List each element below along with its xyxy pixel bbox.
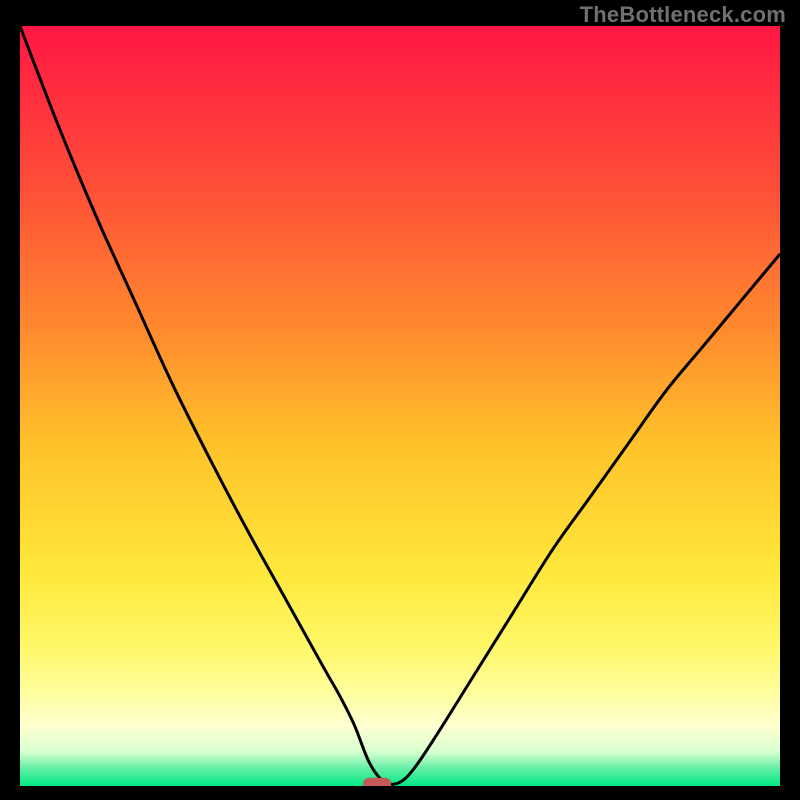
watermark-label: TheBottleneck.com xyxy=(580,2,786,28)
chart-frame: TheBottleneck.com xyxy=(0,0,800,800)
optimal-point-marker xyxy=(363,778,391,786)
chart-svg xyxy=(20,26,780,786)
chart-plot-area xyxy=(20,26,780,786)
gradient-background xyxy=(20,26,780,786)
